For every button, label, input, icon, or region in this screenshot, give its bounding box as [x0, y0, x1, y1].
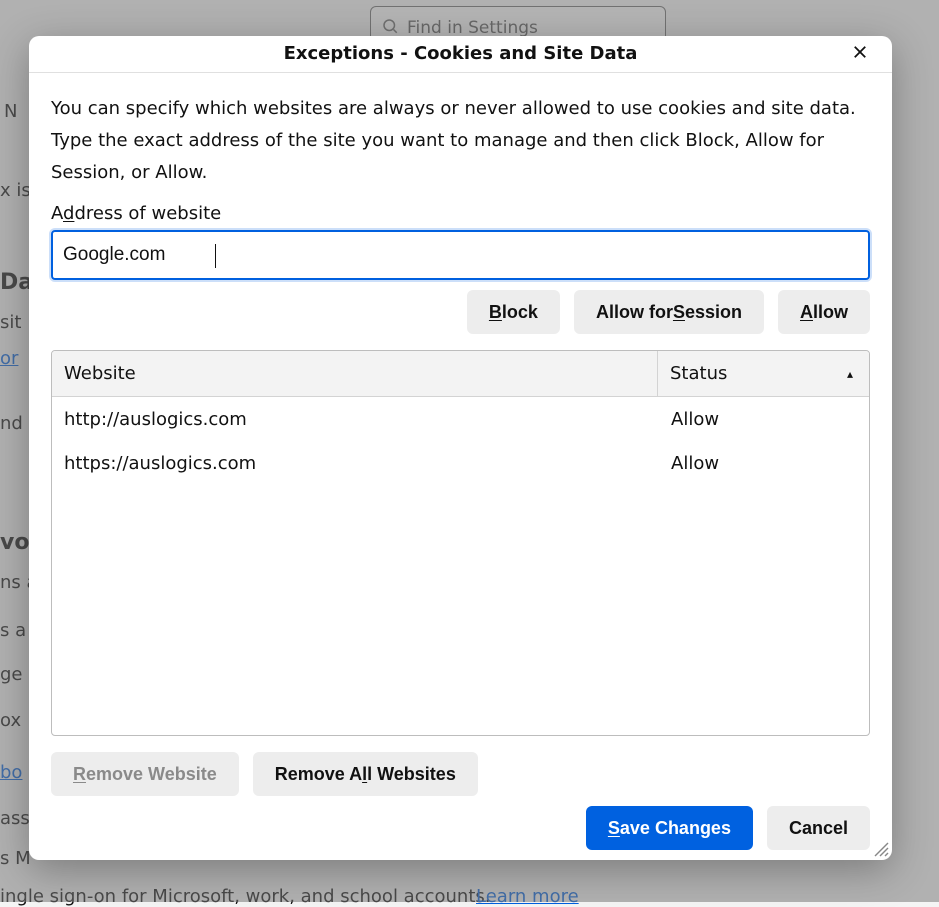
- address-input[interactable]: [51, 230, 870, 280]
- allow-for-session-button[interactable]: Allow for Session: [574, 290, 764, 334]
- dialog-body: You can specify which websites are alway…: [29, 73, 892, 860]
- allow-button[interactable]: Allow: [778, 290, 870, 334]
- dialog-title: Exceptions - Cookies and Site Data: [284, 43, 638, 64]
- column-header-status[interactable]: Status ▴: [657, 351, 869, 396]
- exceptions-table: Website Status ▴ http://auslogics.comAll…: [51, 350, 870, 736]
- action-button-row: Block Allow for Session Allow: [51, 290, 870, 334]
- block-button[interactable]: Block: [467, 290, 560, 334]
- cell-website: http://auslogics.com: [52, 409, 657, 430]
- table-row[interactable]: http://auslogics.comAllow: [52, 397, 869, 441]
- remove-website-button[interactable]: Remove Website: [51, 752, 239, 796]
- address-label: Address of website: [51, 203, 870, 224]
- sort-ascending-icon: ▴: [847, 367, 853, 381]
- table-action-row: Remove Website Remove All Websites: [51, 752, 870, 796]
- cell-status: Allow: [657, 409, 869, 430]
- close-icon: [851, 43, 869, 64]
- dialog-footer: Save Changes Cancel: [51, 806, 870, 860]
- remove-all-websites-button[interactable]: Remove All Websites: [253, 752, 478, 796]
- table-header: Website Status ▴: [52, 351, 869, 397]
- cell-website: https://auslogics.com: [52, 453, 657, 474]
- exceptions-dialog: Exceptions - Cookies and Site Data You c…: [29, 36, 892, 860]
- close-button[interactable]: [840, 36, 880, 72]
- table-body: http://auslogics.comAllowhttps://auslogi…: [52, 397, 869, 735]
- text-caret: [215, 244, 216, 268]
- dialog-description: You can specify which websites are alway…: [51, 93, 870, 189]
- cell-status: Allow: [657, 453, 869, 474]
- table-row[interactable]: https://auslogics.comAllow: [52, 441, 869, 485]
- resize-grip-icon[interactable]: [871, 839, 889, 857]
- dialog-header: Exceptions - Cookies and Site Data: [29, 36, 892, 73]
- column-header-website[interactable]: Website: [52, 351, 657, 396]
- cancel-button[interactable]: Cancel: [767, 806, 870, 850]
- save-changes-button[interactable]: Save Changes: [586, 806, 753, 850]
